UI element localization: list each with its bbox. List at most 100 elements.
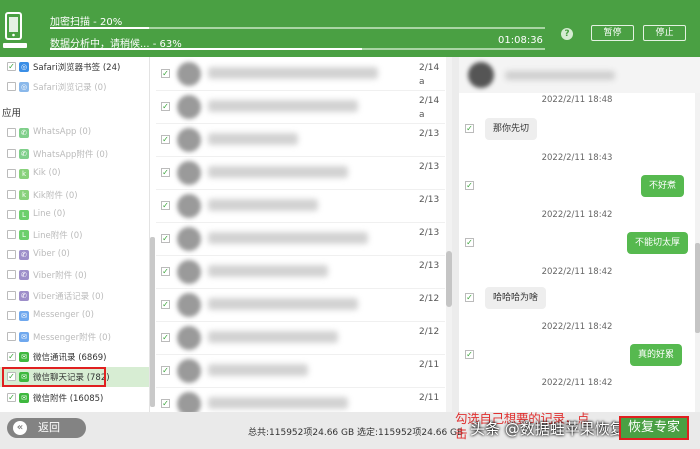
conversation-checkbox[interactable]: ✓ [161, 333, 170, 342]
sidebar-item-checkbox[interactable] [7, 210, 16, 219]
sent-message-bubble: 真的好累 [629, 344, 682, 366]
sidebar-item[interactable]: ✉ Messenger附件 (0) [0, 327, 149, 347]
scan-progress-label: 加密扫描 - 20% [50, 17, 123, 28]
conversation-row[interactable]: ✓ 2/11 [156, 354, 445, 388]
message-checkbox[interactable]: ✓ [465, 350, 474, 359]
conversation-row[interactable]: ✓ 2/13 [156, 222, 445, 256]
conversation-checkbox[interactable]: ✓ [161, 102, 170, 111]
section-heading-apps: 应用 [2, 108, 22, 119]
help-icon[interactable]: ? [561, 28, 573, 40]
stop-button[interactable]: 停止 [643, 25, 686, 41]
message-timestamp: 2022/2/11 18:42 [541, 322, 613, 332]
message-checkbox[interactable]: ✓ [465, 181, 474, 190]
sidebar-item-label: Line附件 (0) [33, 231, 83, 241]
conversation-avatar [177, 293, 201, 317]
pane-divider[interactable] [452, 57, 459, 412]
sidebar-item[interactable]: ✉ Messenger (0) [0, 306, 149, 326]
elapsed-time: 01:08:36 [498, 35, 543, 46]
sidebar-item-label: Viber通话记录 (0) [33, 292, 104, 302]
conversation-row[interactable]: ✓ 2/12 [156, 288, 445, 322]
sidebar-item[interactable]: ✓ ◎ Safari浏览器书签 (24) [0, 57, 149, 77]
message-checkbox[interactable]: ✓ [465, 124, 474, 133]
conversation-row[interactable]: ✓ 2/12 [156, 321, 445, 355]
sidebar-item-checkbox[interactable] [7, 230, 16, 239]
sidebar-item[interactable]: ✆ WhatsApp附件 (0) [0, 144, 149, 164]
sidebar-item[interactable]: ✆ Viber通话记录 (0) [0, 286, 149, 306]
back-button[interactable]: « 返回 [7, 418, 86, 438]
conversation-date: 2/11 [419, 393, 440, 403]
message-checkbox[interactable]: ✓ [465, 238, 474, 247]
conversation-avatar [177, 62, 201, 86]
sidebar-item[interactable]: ✓ ✉ 微信附件 (16085) [0, 388, 149, 408]
recover-button[interactable]: 恢复专家 [619, 416, 689, 440]
conversation-row[interactable]: ✓ 2/11 [156, 387, 445, 412]
sidebar-item[interactable]: ✓ ✉ 微信通讯录 (6869) [0, 347, 149, 367]
sidebar-item-checkbox[interactable] [7, 82, 16, 91]
sidebar-item[interactable]: ◎ Safari浏览记录 (0) [0, 77, 149, 97]
conversation-checkbox[interactable]: ✓ [161, 366, 170, 375]
conversation-row[interactable]: ✓ 2/14 a [156, 90, 445, 124]
chat-detail-scroll-thumb[interactable] [695, 243, 700, 333]
sidebar-item-checkbox[interactable] [7, 190, 16, 199]
conversation-preview-blurred [208, 298, 358, 310]
conversation-row[interactable]: ✓ 2/13 [156, 255, 445, 289]
conversation-row[interactable]: ✓ 2/13 [156, 156, 445, 190]
sidebar-item[interactable]: k Kik (0) [0, 164, 149, 184]
conversation-row[interactable]: ✓ 2/13 [156, 189, 445, 223]
sidebar-item[interactable]: ✆ Viber附件 (0) [0, 265, 149, 285]
sidebar-item[interactable]: L Line (0) [0, 205, 149, 225]
sidebar-item-label: WhatsApp (0) [33, 127, 92, 137]
sidebar-item-checkbox[interactable]: ✓ [7, 62, 16, 71]
sidebar-item-checkbox[interactable] [7, 169, 16, 178]
sidebar-item[interactable]: k Kik附件 (0) [0, 185, 149, 205]
sidebar-item-checkbox[interactable] [7, 270, 16, 279]
conversation-preview-blurred [208, 331, 338, 343]
whatsapp-icon: ✆ [19, 149, 29, 159]
back-arrow-icon: « [13, 421, 27, 435]
conversation-row[interactable]: ✓ 2/13 [156, 123, 445, 157]
message-checkbox[interactable]: ✓ [465, 293, 474, 302]
conversation-preview-blurred [208, 397, 348, 409]
conversation-preview-blurred [208, 265, 328, 277]
conversation-checkbox[interactable]: ✓ [161, 234, 170, 243]
sidebar-item-label: Messenger附件 (0) [33, 333, 111, 343]
conversation-date: 2/13 [419, 195, 440, 205]
sidebar-scrollbar[interactable] [150, 237, 155, 407]
viber-icon: ✆ [19, 250, 29, 260]
conversation-checkbox[interactable]: ✓ [161, 300, 170, 309]
chat-detail-scrollbar[interactable] [695, 93, 700, 412]
sidebar-item-checkbox[interactable]: ✓ [7, 352, 16, 361]
sidebar-item-label: Safari浏览记录 (0) [33, 83, 107, 93]
conversation-date: 2/14 [419, 96, 440, 106]
sidebar-item[interactable]: ✆ WhatsApp (0) [0, 123, 149, 143]
sidebar-item[interactable]: L Line附件 (0) [0, 225, 149, 245]
sidebar-item-checkbox[interactable] [7, 311, 16, 320]
sidebar-item[interactable]: ✆ Viber (0) [0, 245, 149, 265]
highlight-selected-category [2, 367, 106, 387]
conversation-preview-blurred [208, 232, 368, 244]
back-button-label: 返回 [38, 421, 60, 434]
scan-header: 加密扫描 - 20% 数据分析中，请稍候... - 63% 01:08:36 ?… [0, 0, 700, 57]
sidebar-item-checkbox[interactable] [7, 149, 16, 158]
analysis-progress-fill [50, 48, 362, 50]
sent-message-bubble: 不能切太厚 [626, 232, 688, 254]
conversation-checkbox[interactable]: ✓ [161, 168, 170, 177]
conversation-checkbox[interactable]: ✓ [161, 201, 170, 210]
line-icon: L [19, 210, 29, 220]
sidebar-item-checkbox[interactable] [7, 250, 16, 259]
pause-button[interactable]: 暂停 [591, 25, 634, 41]
sidebar-item-checkbox[interactable]: ✓ [7, 393, 16, 402]
conversation-checkbox[interactable]: ✓ [161, 399, 170, 408]
sidebar-item-checkbox[interactable] [7, 128, 16, 137]
conversation-checkbox[interactable]: ✓ [161, 135, 170, 144]
conversation-row[interactable]: ✓ 2/14 a [156, 57, 445, 91]
sidebar-item-label: Kik (0) [33, 168, 61, 178]
conversation-checkbox[interactable]: ✓ [161, 69, 170, 78]
sidebar-item-checkbox[interactable] [7, 291, 16, 300]
sidebar-item-checkbox[interactable] [7, 332, 16, 341]
conversation-checkbox[interactable]: ✓ [161, 267, 170, 276]
conversation-avatar [177, 227, 201, 251]
footer-bar: « 返回 总共:115952项24.66 GB 选定:115952项24.66 … [0, 411, 700, 449]
safari-icon: ◎ [19, 62, 29, 72]
messenger-icon: ✉ [19, 332, 29, 342]
